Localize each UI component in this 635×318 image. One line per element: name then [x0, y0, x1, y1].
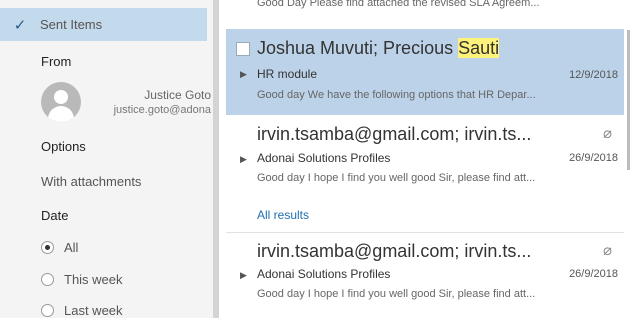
pane-splitter[interactable] — [213, 0, 219, 318]
partial-message-preview: Good Day Please find attached the revise… — [257, 0, 540, 9]
outlook-search-window: ✓ Sent Items From Justice Goto justice.g… — [0, 0, 635, 318]
date-heading: Date — [41, 208, 69, 223]
all-results-link[interactable]: All results — [257, 208, 309, 222]
message-subject: Adonai Solutions Profiles — [257, 267, 391, 281]
message-date: 12/9/2018 — [569, 69, 618, 81]
message-preview: Good day I hope I find you well good Sir… — [257, 288, 536, 300]
message-preview: Good day We have the following options t… — [257, 89, 536, 101]
with-attachments-filter[interactable]: With attachments — [41, 174, 141, 189]
message-item[interactable]: irvin.tsamba@gmail.com; irvin.ts... ⌀ ▶ … — [226, 118, 624, 200]
message-item-selected[interactable]: Joshua Muvuti; Precious Sauti ▶ HR modul… — [226, 29, 624, 115]
date-option-all[interactable]: All — [41, 240, 78, 255]
paperclip-icon: ⌀ — [602, 242, 612, 259]
date-option-label: All — [64, 240, 79, 255]
checkmark-icon: ✓ — [13, 16, 27, 34]
from-heading: From — [41, 54, 72, 69]
filter-pane: ✓ Sent Items From Justice Goto justice.g… — [0, 0, 214, 318]
caret-right-icon[interactable]: ▶ — [240, 154, 247, 165]
caret-right-icon[interactable]: ▶ — [240, 69, 247, 80]
message-item[interactable]: irvin.tsamba@gmail.com; irvin.ts... ⌀ ▶ … — [226, 236, 624, 316]
radio-icon — [41, 273, 54, 286]
message-sender: irvin.tsamba@gmail.com; irvin.ts... — [257, 241, 532, 261]
message-list: Good Day Please find attached the revise… — [226, 0, 624, 318]
message-subject: HR module — [257, 67, 318, 81]
message-date: 26/9/2018 — [569, 152, 618, 164]
date-option-last-week[interactable]: Last week — [41, 303, 123, 318]
folder-label: Sent Items — [40, 17, 103, 32]
scrollbar[interactable] — [627, 30, 630, 170]
person-name: Justice Goto — [144, 88, 211, 102]
folder-sent-items[interactable]: ✓ Sent Items — [0, 8, 207, 41]
date-option-label: Last week — [64, 303, 123, 318]
radio-selected-icon — [41, 241, 54, 254]
paperclip-icon: ⌀ — [602, 125, 612, 142]
message-subject: Adonai Solutions Profiles — [257, 151, 391, 165]
message-date: 26/9/2018 — [569, 268, 618, 280]
person-email: justice.goto@adona — [113, 104, 211, 116]
from-person-filter[interactable]: Justice Goto justice.goto@adona — [41, 78, 211, 126]
date-option-label: This week — [64, 272, 123, 287]
options-heading: Options — [41, 139, 86, 154]
message-preview: Good day I hope I find you well good Sir… — [257, 172, 536, 184]
message-sender: irvin.tsamba@gmail.com; irvin.ts... — [257, 124, 532, 144]
select-checkbox[interactable] — [236, 42, 250, 56]
message-sender: Joshua Muvuti; Precious Sauti — [257, 38, 500, 58]
date-option-this-week[interactable]: This week — [41, 272, 123, 287]
search-highlight: Sauti — [458, 38, 500, 58]
radio-icon — [41, 304, 54, 317]
divider — [226, 232, 624, 233]
caret-right-icon[interactable]: ▶ — [240, 270, 247, 281]
avatar — [41, 82, 81, 122]
